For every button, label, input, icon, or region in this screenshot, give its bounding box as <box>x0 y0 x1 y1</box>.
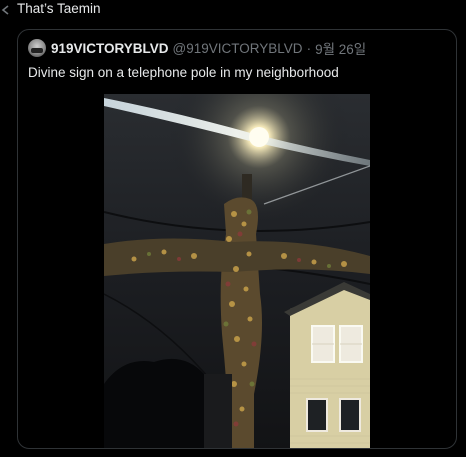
tweet-date[interactable]: 9월 26일 <box>315 38 366 58</box>
author-handle[interactable]: @919VICTORYBLVD <box>173 41 303 56</box>
tweet-photo[interactable] <box>104 94 370 448</box>
author-display-name[interactable]: 919VICTORYBLVD <box>51 41 169 56</box>
tweet-view: That’s Taemin 919VICTORYBLVD @919VICTORY… <box>0 0 466 457</box>
quoted-tweet-card[interactable]: 919VICTORYBLVD @919VICTORYBLVD · 9월 26일 … <box>17 29 457 449</box>
reply-arrow-icon <box>0 2 10 18</box>
photo-image <box>104 94 370 448</box>
quoted-tweet-text: Divine sign on a telephone pole in my ne… <box>28 65 339 80</box>
avatar[interactable] <box>28 39 46 57</box>
reply-text: That’s Taemin <box>17 1 101 16</box>
reply-context <box>0 0 10 20</box>
quoted-tweet-header: 919VICTORYBLVD @919VICTORYBLVD · 9월 26일 <box>28 39 366 57</box>
header-separator: · <box>306 40 312 56</box>
